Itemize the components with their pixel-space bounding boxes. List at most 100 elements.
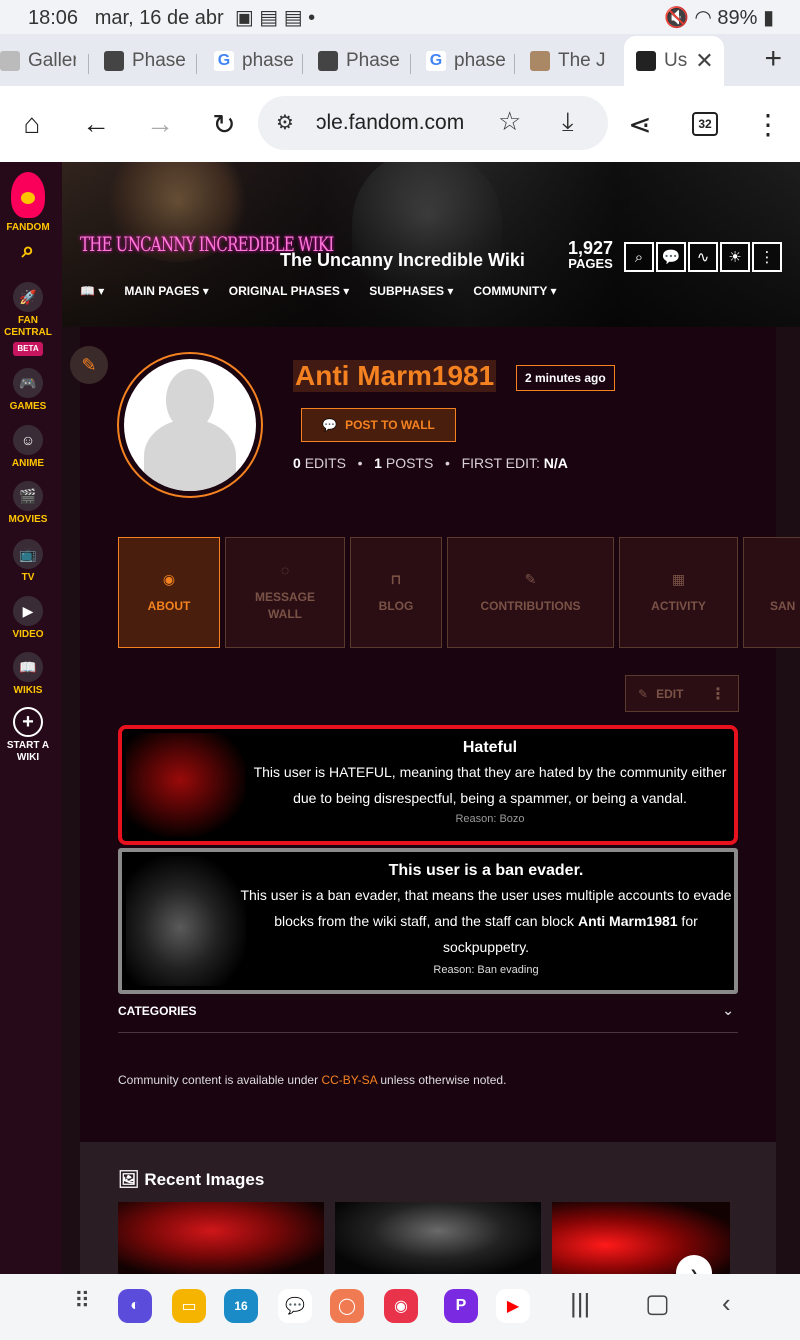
play-icon: ▶: [13, 596, 43, 626]
search-icon[interactable]: ⌕: [624, 242, 654, 272]
google-icon: G: [426, 51, 446, 71]
camera-app-icon[interactable]: ◉: [384, 1289, 418, 1323]
grid-icon: ▦: [671, 570, 686, 587]
recent-apps-icon[interactable]: |||: [570, 1288, 590, 1319]
comment-icon: ◌: [280, 562, 290, 578]
fandom-logo[interactable]: FANDOM: [0, 172, 56, 234]
app-drawer-icon[interactable]: ⠿: [74, 1288, 90, 1314]
nav-original-phases[interactable]: ORIGINAL PHASES ▾: [229, 284, 350, 298]
user-icon: ◉: [162, 570, 176, 587]
rail-start-wiki[interactable]: + START A WIKI: [0, 707, 56, 764]
close-tab-icon[interactable]: ✕: [695, 48, 713, 74]
anime-icon: ☺: [13, 425, 43, 455]
share-icon[interactable]: ⋖: [622, 106, 658, 142]
new-tab-button[interactable]: +: [764, 42, 782, 76]
back-icon[interactable]: ←: [78, 106, 114, 142]
site-settings-icon[interactable]: ⚙: [276, 110, 294, 135]
nav-community[interactable]: COMMUNITY ▾: [473, 284, 556, 298]
tab-contributions[interactable]: ✎ CONTRIBUTIONS: [447, 537, 614, 648]
calendar-app-icon[interactable]: 16: [224, 1289, 258, 1323]
search-icon[interactable]: ⌕: [0, 239, 56, 261]
contacts-app-icon[interactable]: ◯: [330, 1289, 364, 1323]
youtube-app-icon[interactable]: ▶: [496, 1289, 530, 1323]
fandom-flame-icon: [11, 172, 45, 218]
image-icon: 🖼: [118, 1170, 140, 1189]
recent-image-thumb[interactable]: [335, 1202, 541, 1274]
more-icon[interactable]: ⋮: [752, 242, 782, 272]
home-icon[interactable]: ⌂: [14, 106, 50, 142]
tab-2[interactable]: Phase: [104, 44, 188, 78]
page-title: Anti Marm1981: [293, 360, 497, 392]
edit-button[interactable]: ✎ EDIT ⋮: [625, 675, 739, 712]
bookmark-star-icon[interactable]: ☆: [498, 106, 521, 137]
home-button-icon[interactable]: ▢: [645, 1288, 670, 1319]
rail-video[interactable]: ▶ VIDEO: [0, 596, 56, 641]
pages-count: 1,927 PAGES: [568, 238, 614, 271]
gamepad-icon: 🎮: [13, 368, 43, 398]
more-options-icon[interactable]: ⋮: [710, 684, 726, 704]
clapper-icon: 🎬: [13, 481, 43, 511]
tab-1[interactable]: Galler: [0, 44, 76, 78]
rail-anime[interactable]: ☺ ANIME: [0, 425, 56, 470]
messages-app-icon[interactable]: 💬: [278, 1289, 312, 1323]
tab-5[interactable]: Gphase: [426, 44, 506, 78]
forward-icon[interactable]: →: [142, 106, 178, 142]
tab-blog[interactable]: ⊓ BLOG: [350, 537, 442, 648]
tab-switcher-button[interactable]: 32: [692, 112, 718, 136]
activity-icon[interactable]: ∿: [688, 242, 718, 272]
rail-wikis[interactable]: 📖 WIKIS: [0, 652, 56, 697]
beta-badge: BETA: [13, 342, 43, 356]
tab-activity[interactable]: ▦ ACTIVITY: [619, 537, 738, 648]
tv-icon: 📺: [13, 539, 43, 569]
comment-icon: 💬: [322, 418, 338, 432]
wiki-name[interactable]: The Uncanny Incredible Wiki: [280, 250, 525, 271]
address-bar[interactable]: ⚙ ɔle.fandom.com ☆ ⤓: [258, 96, 608, 150]
license-link[interactable]: CC-BY-SA: [321, 1073, 377, 1087]
reload-icon[interactable]: ↻: [206, 106, 242, 142]
nav-main-pages[interactable]: MAIN PAGES ▾: [124, 284, 208, 298]
tab-favicon: [104, 51, 124, 71]
files-app-icon[interactable]: ▭: [172, 1289, 206, 1323]
rail-fan-central[interactable]: 🚀 FAN CENTRAL BETA: [0, 282, 56, 356]
user-stats: 0 EDITS • 1 POSTS • FIRST EDIT: N/A: [293, 455, 568, 471]
ban-evader-notice: This user is a ban evader. This user is …: [118, 848, 738, 994]
tab-3[interactable]: Gphase: [214, 44, 294, 78]
edit-pencil-icon[interactable]: ✎: [70, 346, 108, 384]
tab-message-wall[interactable]: ◌ MESSAGE WALL: [225, 537, 345, 648]
recent-images-title: 🖼 Recent Images: [118, 1170, 265, 1189]
pencil-icon: ✎: [524, 570, 537, 587]
tab-4[interactable]: Phase: [318, 44, 404, 78]
pencil-icon: ✎: [638, 686, 649, 701]
fandom-global-nav: FANDOM ⌕ 🚀 FAN CENTRAL BETA 🎮 GAMES ☺ ANIME …: [0, 162, 62, 1274]
internet-app-icon[interactable]: ◐: [118, 1289, 152, 1323]
rail-tv[interactable]: 📺 TV: [0, 539, 56, 584]
nav-explore[interactable]: 📖 ▾: [80, 284, 104, 298]
picsart-app-icon[interactable]: P: [444, 1289, 478, 1323]
tab-sandbox[interactable]: SAN: [743, 537, 800, 648]
status-right: 🔇 ◠ 89% ▮: [663, 7, 774, 29]
recent-image-thumb[interactable]: [118, 1202, 324, 1274]
rail-movies[interactable]: 🎬 MOVIES: [0, 481, 56, 526]
download-icon[interactable]: ⤓: [562, 106, 574, 138]
tab-favicon: [636, 51, 656, 71]
theme-toggle-icon[interactable]: ☀: [720, 242, 750, 272]
categories-toggle[interactable]: CATEGORIES ⌄: [118, 1002, 738, 1033]
back-nav-icon[interactable]: ‹: [722, 1288, 731, 1319]
android-nav-bar: ⠿ ◐ ▭ 16 💬 ◯ ◉ P ▶ ||| ▢ ‹: [0, 1274, 800, 1340]
last-seen-badge: 2 minutes ago: [516, 365, 615, 391]
tab-6[interactable]: The J: [530, 44, 608, 78]
discussions-icon[interactable]: 💬: [656, 242, 686, 272]
license-text: Community content is available under CC-…: [118, 1073, 507, 1087]
browser-toolbar: ⌂ ← → ↻ ⚙ ɔle.fandom.com ☆ ⤓ ⋖ 32 ⋮: [0, 86, 800, 162]
chevron-down-icon: ⌄: [722, 1002, 734, 1018]
tab-active[interactable]: Us ✕: [624, 36, 724, 86]
post-to-wall-button[interactable]: 💬 POST TO WALL: [301, 408, 456, 442]
tab-about[interactable]: ◉ ABOUT: [118, 537, 220, 648]
url-text[interactable]: ɔle.fandom.com: [316, 111, 464, 135]
menu-dots-icon[interactable]: ⋮: [750, 106, 786, 142]
tab-favicon: [0, 51, 20, 71]
status-time-date: 18:06 mar, 16 de abr ▣ ▤ ▤ •: [28, 7, 316, 29]
rail-games[interactable]: 🎮 GAMES: [0, 368, 56, 413]
google-icon: G: [214, 51, 234, 71]
nav-subphases[interactable]: SUBPHASES ▾: [369, 284, 453, 298]
